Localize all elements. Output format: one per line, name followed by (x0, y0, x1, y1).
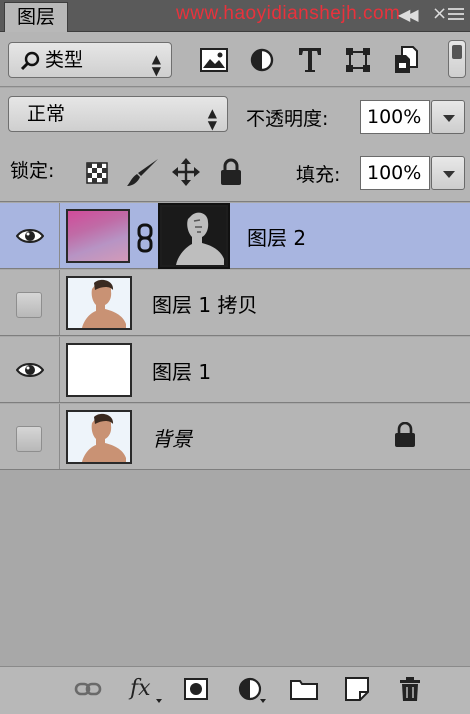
watermark-text: www.haoyidianshejh.com (176, 3, 401, 24)
blend-row: 正常 ▲ ▼ 不透明度: 100% (0, 88, 470, 144)
filter-kind-select[interactable]: 类型 ▲ ▼ (8, 42, 172, 78)
close-icon[interactable]: × (432, 3, 447, 24)
visibility-cell[interactable] (0, 270, 60, 335)
layer-thumbnail[interactable] (66, 343, 132, 397)
filter-kind-label: 类型 (45, 49, 84, 71)
lock-position-move-icon[interactable] (172, 158, 200, 186)
collapse-icon[interactable]: ◀◀ (398, 5, 419, 24)
panel-menu-icon[interactable] (448, 8, 464, 24)
lock-transparent-pixels-icon[interactable] (86, 162, 108, 184)
mask-portrait-icon (176, 212, 224, 265)
layer-row-layer1[interactable]: 图层 1 (0, 337, 470, 403)
opacity-label: 不透明度: (246, 108, 329, 130)
filter-toggle-switch[interactable] (448, 40, 466, 78)
visibility-off-box[interactable] (16, 426, 42, 452)
blend-mode-select[interactable]: 正常 ▲ ▼ (8, 96, 228, 132)
fill-input[interactable]: 100% (360, 156, 430, 190)
layer-mask-thumbnail[interactable] (158, 203, 230, 269)
new-layer-icon[interactable] (345, 677, 369, 701)
visibility-cell[interactable] (0, 203, 60, 268)
layer-thumbnail[interactable] (66, 209, 130, 263)
visibility-off-box[interactable] (16, 292, 42, 318)
layer-name[interactable]: 背景 (152, 423, 192, 452)
new-group-folder-icon[interactable] (290, 678, 318, 700)
layers-tab[interactable]: 图层 (4, 2, 68, 32)
layer-name[interactable]: 图层 2 (247, 222, 306, 251)
portrait-thumbnail-icon (82, 279, 126, 328)
opacity-dropdown-button[interactable] (431, 100, 465, 134)
image-filter-icon[interactable] (200, 48, 228, 72)
type-filter-icon[interactable] (297, 46, 323, 74)
select-arrows-icon: ▲ ▼ (207, 106, 217, 132)
layer-style-fx-icon[interactable]: fx (128, 675, 164, 705)
layer-lock-icon (395, 422, 415, 447)
filter-row: 类型 ▲ ▼ (0, 32, 470, 87)
layer-thumbnail[interactable] (66, 276, 132, 330)
lock-all-icon[interactable] (220, 158, 242, 186)
smart-object-filter-icon[interactable] (393, 45, 419, 75)
opacity-input[interactable]: 100% (360, 100, 430, 134)
layer-row-background[interactable]: 背景 (0, 404, 470, 470)
layers-bottom-toolbar: fx (0, 666, 470, 714)
add-mask-icon[interactable] (184, 678, 208, 700)
svg-text:fx: fx (128, 676, 151, 701)
delete-layer-trash-icon[interactable] (398, 676, 422, 702)
search-icon (20, 51, 40, 71)
lock-image-pixels-brush-icon[interactable] (126, 158, 160, 188)
panel-header: 图层 www.haoyidianshejh.com ◀◀ × (0, 0, 470, 32)
adjustment-filter-icon[interactable] (249, 47, 275, 73)
portrait-thumbnail-icon (82, 413, 126, 462)
fill-label: 填充: (296, 164, 341, 186)
lock-row: 锁定: 填充: 100% (0, 144, 470, 202)
eye-icon[interactable] (16, 361, 44, 379)
layer-thumbnail[interactable] (66, 410, 132, 464)
layer-name[interactable]: 图层 1 (152, 356, 211, 385)
select-arrows-icon: ▲ ▼ (151, 52, 161, 78)
layer-row-layer1-copy[interactable]: 图层 1 拷贝 (0, 270, 470, 336)
shape-filter-icon[interactable] (345, 47, 371, 73)
eye-icon[interactable] (16, 227, 44, 245)
blend-mode-label: 正常 (27, 103, 66, 125)
visibility-cell[interactable] (0, 404, 60, 469)
lock-label: 锁定: (10, 160, 55, 182)
fill-dropdown-button[interactable] (431, 156, 465, 190)
mask-link-chain-icon[interactable] (136, 223, 154, 253)
layer-name[interactable]: 图层 1 拷贝 (152, 289, 257, 318)
layer-row-layer2[interactable]: 图层 2 (0, 203, 470, 269)
link-layers-icon[interactable] (74, 681, 102, 697)
new-adjustment-layer-icon[interactable] (238, 677, 268, 705)
visibility-cell[interactable] (0, 337, 60, 402)
